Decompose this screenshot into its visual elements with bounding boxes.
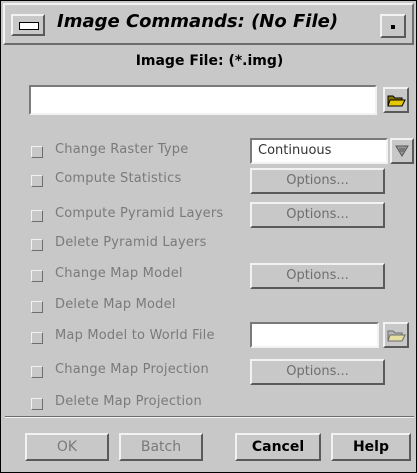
delete-map-projection-label: Delete Map Projection — [55, 394, 202, 409]
minimize-button[interactable] — [380, 14, 406, 38]
delete-map-projection-row: Delete Map Projection — [31, 394, 251, 416]
compute-statistics-options-button[interactable]: Options... — [250, 168, 385, 194]
ok-button[interactable]: OK — [25, 433, 109, 461]
window-menu-button[interactable] — [11, 14, 45, 36]
map-model-to-world-file-row: Map Model to World File — [31, 328, 251, 350]
compute-pyramid-layers-checkbox[interactable] — [31, 210, 43, 222]
compute-pyramid-layers-options-button[interactable]: Options... — [250, 202, 385, 228]
delete-map-model-checkbox[interactable] — [31, 301, 43, 313]
title-bar[interactable]: Image Commands: (No File) — [3, 3, 414, 45]
change-map-projection-label: Change Map Projection — [55, 362, 209, 377]
window-menu-icon — [19, 22, 39, 30]
folder-open-icon — [387, 95, 406, 107]
map-model-to-world-file-checkbox[interactable] — [31, 332, 43, 344]
world-file-input[interactable] — [250, 322, 379, 348]
delete-pyramid-layers-checkbox[interactable] — [31, 239, 43, 251]
triangle-down-icon — [395, 145, 409, 157]
folder-open-icon — [387, 330, 406, 342]
change-raster-type-label: Change Raster Type — [55, 142, 189, 157]
raster-type-dropdown-button[interactable] — [390, 138, 414, 164]
image-commands-dialog: Image Commands: (No File) Image File: (*… — [0, 0, 417, 473]
compute-pyramid-layers-row: Compute Pyramid Layers — [31, 206, 251, 228]
compute-statistics-checkbox[interactable] — [31, 175, 43, 187]
compute-statistics-row: Compute Statistics — [31, 171, 251, 193]
browse-world-file-button[interactable] — [383, 322, 409, 348]
delete-pyramid-layers-row: Delete Pyramid Layers — [31, 235, 251, 257]
help-button[interactable]: Help — [331, 433, 411, 461]
raster-type-select[interactable]: Continuous — [250, 138, 388, 164]
minimize-icon — [391, 25, 395, 29]
button-bar-divider — [5, 416, 414, 418]
window-title: Image Commands: (No File) — [57, 11, 339, 32]
change-map-model-options-button[interactable]: Options... — [250, 263, 385, 289]
delete-map-model-row: Delete Map Model — [31, 297, 251, 319]
cancel-button[interactable]: Cancel — [235, 433, 321, 461]
change-map-projection-options-button[interactable]: Options... — [250, 359, 385, 385]
change-map-projection-row: Change Map Projection — [31, 362, 251, 384]
change-map-model-row: Change Map Model — [31, 266, 251, 288]
batch-button[interactable]: Batch — [119, 433, 203, 461]
delete-map-model-label: Delete Map Model — [55, 297, 176, 312]
compute-statistics-label: Compute Statistics — [55, 171, 182, 186]
map-model-to-world-file-label: Map Model to World File — [55, 328, 215, 343]
change-map-projection-checkbox[interactable] — [31, 366, 43, 378]
change-map-model-label: Change Map Model — [55, 266, 183, 281]
change-raster-type-row: Change Raster Type — [31, 142, 251, 164]
change-raster-type-checkbox[interactable] — [31, 146, 43, 158]
change-map-model-checkbox[interactable] — [31, 270, 43, 282]
delete-map-projection-checkbox[interactable] — [31, 398, 43, 410]
image-file-input[interactable] — [29, 85, 377, 115]
image-file-label: Image File: (*.img) — [135, 53, 284, 69]
delete-pyramid-layers-label: Delete Pyramid Layers — [55, 235, 207, 250]
browse-image-file-button[interactable] — [383, 87, 409, 113]
compute-pyramid-layers-label: Compute Pyramid Layers — [55, 206, 224, 221]
